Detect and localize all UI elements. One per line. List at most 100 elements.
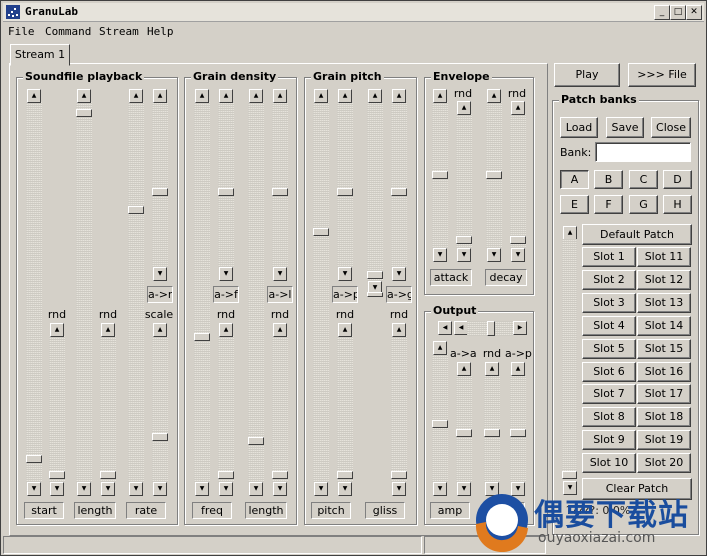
slots-scroll-up-button[interactable]: ▲ (563, 226, 577, 240)
slot-button-18[interactable]: Slot 18 (637, 407, 691, 428)
rate-ar-slider-up-button[interactable]: ▲ (153, 89, 167, 103)
freq-af-slider-track[interactable] (218, 102, 234, 267)
rate-scale-slider-track[interactable] (152, 336, 168, 482)
length-slider-thumb[interactable] (76, 109, 92, 118)
length-rnd-slider-down-button[interactable]: ▼ (101, 482, 115, 496)
start-slider-thumb[interactable] (26, 455, 42, 464)
amp-slider-down-button[interactable]: ▼ (433, 482, 447, 496)
freq-af-slider-up-button[interactable]: ▲ (219, 89, 233, 103)
start-rnd-slider-track[interactable] (49, 336, 65, 482)
bank-button-7[interactable]: G (629, 195, 658, 214)
gliss-slider-track[interactable] (367, 102, 383, 281)
pan-rnd-slider-thumb[interactable] (484, 429, 500, 438)
gliss-slider-up-button[interactable]: ▲ (368, 89, 382, 103)
pitch-rnd-slider-track[interactable] (337, 336, 353, 482)
rate-scale-slider-down-button[interactable]: ▼ (153, 482, 167, 496)
slot-button-1[interactable]: Slot 1 (582, 247, 636, 267)
maximize-icon[interactable]: □ (670, 5, 686, 20)
bank-input[interactable] (595, 142, 691, 162)
rate-slider-up-button[interactable]: ▲ (129, 89, 143, 103)
rate-scale-slider-thumb[interactable] (152, 432, 168, 441)
attack-slider-down-button[interactable]: ▼ (433, 248, 447, 262)
length2-rnd-slider-down-button[interactable]: ▼ (273, 482, 287, 496)
slot-button-15[interactable]: Slot 15 (637, 338, 691, 359)
start-rnd-slider-down-button[interactable]: ▼ (50, 482, 64, 496)
bank-button-6[interactable]: F (594, 195, 623, 214)
length-rnd-slider-up-button[interactable]: ▲ (101, 323, 115, 337)
save-button[interactable]: Save (606, 117, 644, 138)
attack-slider-up-button[interactable]: ▲ (433, 89, 447, 103)
pitch-rnd-slider-thumb[interactable] (337, 471, 353, 480)
slot-button-19[interactable]: Slot 19 (637, 430, 691, 451)
pitch-ap-slider-thumb[interactable] (337, 188, 353, 197)
rate-slider-track[interactable] (128, 102, 144, 482)
freq-af-slider-thumb[interactable] (218, 188, 234, 197)
start-slider-down-button[interactable]: ▼ (27, 482, 41, 496)
slot-button-13[interactable]: Slot 13 (637, 292, 691, 313)
menu-command[interactable]: Command (45, 25, 91, 38)
bank-button-8[interactable]: H (663, 195, 692, 214)
length2-slider-track[interactable] (248, 102, 264, 482)
length2-slider-thumb[interactable] (248, 436, 264, 445)
freq-slider-thumb[interactable] (194, 332, 210, 341)
pitch-slider-track[interactable] (313, 102, 329, 482)
rate-ar-slider-down-button[interactable]: ▼ (153, 267, 167, 281)
bank-button-4[interactable]: D (663, 170, 692, 189)
slot-button-5[interactable]: Slot 5 (582, 338, 636, 359)
gliss-rnd-slider-track[interactable] (391, 336, 407, 482)
pan-slider-thumb[interactable] (487, 321, 495, 336)
slot-button-3[interactable]: Slot 3 (582, 292, 636, 313)
pitch-ap-slider-track[interactable] (337, 102, 353, 267)
slot-button-2[interactable]: Slot 2 (582, 269, 636, 290)
close-icon[interactable]: ✕ (686, 5, 702, 20)
amp-aa-slider-down-button[interactable]: ▼ (457, 482, 471, 496)
slots-scrollbar-thumb[interactable] (562, 471, 577, 479)
start-slider-track[interactable] (26, 102, 42, 482)
minimize-icon[interactable]: _ (654, 5, 670, 20)
decay-rnd-slider-thumb[interactable] (510, 236, 526, 245)
pan-rnd-slider-up-button[interactable]: ▲ (485, 362, 499, 376)
pitch-rnd-slider-up-button[interactable]: ▲ (338, 323, 352, 337)
gliss-rnd-slider-thumb[interactable] (391, 471, 407, 480)
pitch-rnd-slider-down-button[interactable]: ▼ (338, 482, 352, 496)
slot-button-14[interactable]: Slot 14 (637, 315, 691, 336)
freq-slider-track[interactable] (194, 102, 210, 482)
attack-slider-thumb[interactable] (432, 171, 448, 179)
length2-rnd-slider-thumb[interactable] (272, 471, 288, 480)
slot-button-7[interactable]: Slot 7 (582, 384, 636, 405)
freq-rnd-slider-track[interactable] (218, 336, 234, 482)
rate-scale-slider-up-button[interactable]: ▲ (153, 323, 167, 337)
length2-al-slider-up-button[interactable]: ▲ (273, 89, 287, 103)
amp-slider-up-button[interactable]: ▲ (433, 341, 447, 355)
pitch-ap-slider-up-button[interactable]: ▲ (338, 89, 352, 103)
gliss-slider-thumb[interactable] (367, 271, 383, 280)
amp-aa-slider-thumb[interactable] (456, 429, 472, 438)
slot-button-8[interactable]: Slot 8 (582, 407, 636, 428)
slot-button-17[interactable]: Slot 17 (637, 384, 691, 405)
freq-slider-up-button[interactable]: ▲ (195, 89, 209, 103)
pan-left-end-button[interactable]: ◀ (438, 321, 452, 335)
pan-ap-slider-thumb[interactable] (510, 429, 526, 438)
length-rnd-slider-track[interactable] (100, 336, 116, 482)
tab-stream-1[interactable]: Stream 1 (10, 44, 70, 66)
length2-al-slider-down-button[interactable]: ▼ (273, 267, 287, 281)
pitch-ap-slider-down-button[interactable]: ▼ (338, 267, 352, 281)
freq-slider-down-button[interactable]: ▼ (195, 482, 209, 496)
rate-ar-slider-thumb[interactable] (152, 188, 168, 197)
slot-button-9[interactable]: Slot 9 (582, 430, 636, 451)
bank-button-5[interactable]: E (560, 195, 589, 214)
slot-button-16[interactable]: Slot 16 (637, 361, 691, 382)
decay-rnd-slider-down-button[interactable]: ▼ (511, 248, 525, 262)
slot-button-20[interactable]: Slot 20 (637, 453, 691, 474)
decay-slider-thumb[interactable] (486, 171, 502, 179)
rate-slider-down-button[interactable]: ▼ (129, 482, 143, 496)
freq-rnd-slider-down-button[interactable]: ▼ (219, 482, 233, 496)
pitch-slider-up-button[interactable]: ▲ (314, 89, 328, 103)
amp-slider-track[interactable] (432, 354, 448, 482)
load-button[interactable]: Load (560, 117, 598, 138)
freq-rnd-slider-thumb[interactable] (218, 471, 234, 480)
decay-slider-down-button[interactable]: ▼ (487, 248, 501, 262)
gliss-ag-slider-up-button[interactable]: ▲ (392, 89, 406, 103)
rate-ar-slider-track[interactable] (152, 102, 168, 267)
pitch-slider-down-button[interactable]: ▼ (314, 482, 328, 496)
